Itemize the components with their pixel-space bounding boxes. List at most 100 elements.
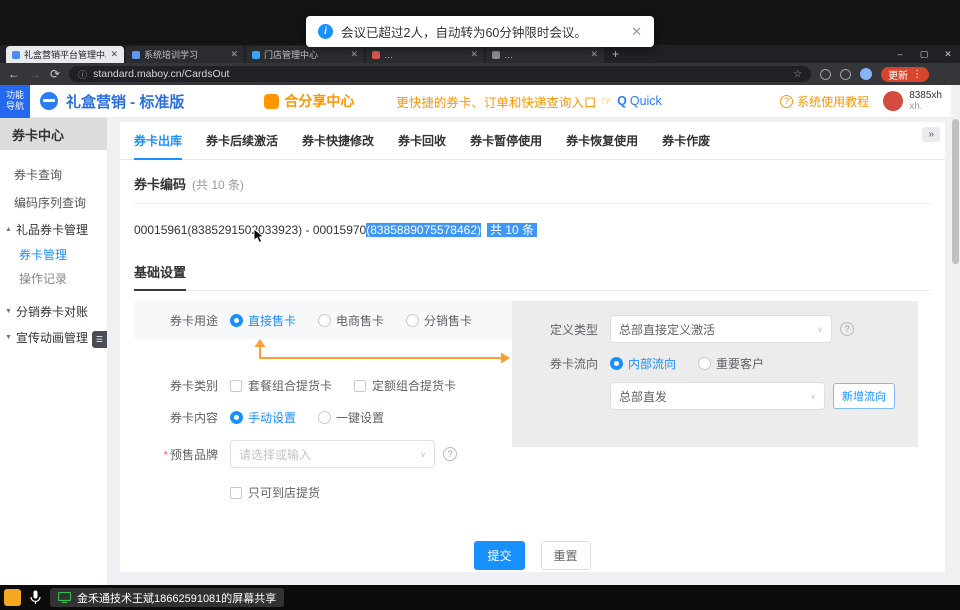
browser-tab-5[interactable]: … ✕ xyxy=(486,46,604,63)
define-type-label: 定义类型 xyxy=(542,321,598,338)
banner-close-icon[interactable]: ✕ xyxy=(631,24,642,40)
define-type-value: 总部直接定义激活 xyxy=(619,321,715,338)
share-center-link[interactable]: 合分享中心 xyxy=(264,91,354,111)
browser-tab-1[interactable]: 礼盒营销平台管理中心 ✕ xyxy=(6,46,124,63)
microphone-icon[interactable] xyxy=(30,590,41,605)
sidebar-item-operation-records[interactable]: 操作记录 xyxy=(0,266,107,290)
address-bar[interactable]: ⓘ standard.maboy.cn/CardsOut ☆ xyxy=(69,66,811,82)
url-text[interactable]: standard.maboy.cn/CardsOut xyxy=(93,68,229,80)
sidebar-group-distribution-reconciliation[interactable]: ▼ 分销券卡对账 xyxy=(0,298,107,324)
tab-card-followup-activation[interactable]: 券卡后续激活 xyxy=(206,132,278,159)
tab-favicon xyxy=(372,51,380,59)
quick-search-link[interactable]: Q Quick xyxy=(617,94,662,108)
radio-on-icon xyxy=(230,314,243,327)
sidebar-item-card-query[interactable]: 券卡查询 xyxy=(0,160,107,188)
checkbox-icon xyxy=(230,487,242,499)
tab-card-outbound[interactable]: 券卡出库 xyxy=(134,132,182,160)
meeting-avatar xyxy=(4,589,21,606)
browser-profile-avatar[interactable] xyxy=(860,68,872,80)
tab-card-resume[interactable]: 券卡恢复使用 xyxy=(566,132,638,159)
radio-label: 一键设置 xyxy=(336,409,384,426)
define-type-row: 定义类型 总部直接定义激活 ∨ ? xyxy=(542,315,918,343)
flow-value: 总部直发 xyxy=(619,388,667,405)
radio-manual-setup[interactable]: 手动设置 xyxy=(230,409,296,426)
minimize-icon[interactable]: – xyxy=(888,45,912,63)
browser-tab-2[interactable]: 系统培训学习 ✕ xyxy=(126,46,244,63)
codes-count: (共 10 条) xyxy=(192,176,244,193)
sidebar-group-promo-animation[interactable]: ▼ 宣传动画管理 xyxy=(0,324,107,350)
screen-share-bar: 金禾通技术王斌18662591081的屏幕共享 xyxy=(0,585,960,610)
radio-label: 重要客户 xyxy=(716,355,764,372)
checkbox-package-combo-card[interactable]: 套餐组合提货卡 xyxy=(230,377,332,394)
sidebar-group-label: 礼品券卡管理 xyxy=(16,221,88,238)
tab-card-recycle[interactable]: 券卡回收 xyxy=(398,132,446,159)
sidebar-item-card-management[interactable]: 券卡管理 xyxy=(0,242,107,266)
radio-one-click-setup[interactable]: 一键设置 xyxy=(318,409,384,426)
category-row: 券卡类别 套餐组合提货卡 定额组合提货卡 xyxy=(134,377,512,394)
refresh-icon[interactable]: ⟳ xyxy=(50,68,60,80)
function-nav-button[interactable]: 功能 导航 xyxy=(0,85,30,118)
tutorial-link[interactable]: ? 系统使用教程 xyxy=(780,93,869,110)
info-icon: i xyxy=(318,24,333,39)
tab-card-void[interactable]: 券卡作废 xyxy=(662,132,710,159)
brand-select[interactable]: 请选择或输入 ∨ xyxy=(230,440,435,468)
panel-collapse-button[interactable]: » xyxy=(922,127,940,142)
sidebar-item-code-sequence-query[interactable]: 编码序列查询 xyxy=(0,188,107,216)
add-flow-button[interactable]: 新增流向 xyxy=(833,383,895,409)
radio-label: 分销售卡 xyxy=(424,312,472,329)
submit-button[interactable]: 提交 xyxy=(474,541,524,570)
sidebar-group-gift-card-management[interactable]: ▲ 礼品券卡管理 xyxy=(0,216,107,242)
usage-label: 券卡用途 xyxy=(134,312,218,329)
checkbox-store-pickup-only[interactable]: 只可到店提货 xyxy=(230,484,320,501)
code-range-selected: (8385889075578462) xyxy=(366,223,481,237)
tab-close-icon[interactable]: ✕ xyxy=(590,49,598,60)
sidebar-group-label: 分销券卡对账 xyxy=(16,303,88,320)
quick-label: Quick xyxy=(630,94,662,108)
define-type-help-icon[interactable]: ? xyxy=(840,322,854,336)
card-code-range[interactable]: 00015961(8385291502033923) - 00015970(83… xyxy=(134,221,931,238)
app-header: 功能 导航 礼盒营销 - 标准版 合分享中心 更快捷的券卡、订单和快递查询入口 … xyxy=(0,85,960,118)
scrollbar-thumb[interactable] xyxy=(952,119,959,264)
chevron-down-icon: ∨ xyxy=(817,325,823,334)
checkbox-fixed-combo-card[interactable]: 定额组合提货卡 xyxy=(354,377,456,394)
toolbar-extension-icon[interactable] xyxy=(820,69,831,80)
radio-important-customer[interactable]: 重要客户 xyxy=(698,355,764,372)
browser-tab-3[interactable]: 门店管理中心 ✕ xyxy=(246,46,364,63)
toolbar-extension-icon[interactable] xyxy=(840,69,851,80)
tab-close-icon[interactable]: ✕ xyxy=(110,49,118,60)
site-info-icon[interactable]: ⓘ xyxy=(78,68,87,81)
back-icon[interactable]: ← xyxy=(8,68,20,80)
menu-dots-icon[interactable]: ⋮ xyxy=(912,69,922,80)
radio-direct-sale[interactable]: 直接售卡 xyxy=(230,312,296,329)
tab-card-quick-edit[interactable]: 券卡快捷修改 xyxy=(302,132,374,159)
meeting-banner-text: 会议已超过2人，自动转为60分钟限时会议。 xyxy=(341,22,587,41)
browser-update-button[interactable]: 更新 ⋮ xyxy=(881,67,929,82)
define-type-select[interactable]: 总部直接定义激活 ∨ xyxy=(610,315,832,343)
tab-close-icon[interactable]: ✕ xyxy=(230,49,238,60)
tab-close-icon[interactable]: ✕ xyxy=(350,49,358,60)
function-nav-line2: 导航 xyxy=(6,101,24,112)
sidebar-collapse-handle[interactable]: ☰ xyxy=(92,331,107,348)
annotation-arrow-zone xyxy=(134,339,512,369)
radio-ecommerce-sale[interactable]: 电商售卡 xyxy=(318,312,384,329)
form-right-panel: 定义类型 总部直接定义激活 ∨ ? 券卡流向 xyxy=(512,301,918,447)
reset-button[interactable]: 重置 xyxy=(541,541,591,570)
page-scrollbar[interactable] xyxy=(951,85,960,585)
radio-internal-flow[interactable]: 内部流向 xyxy=(610,355,676,372)
tab-close-icon[interactable]: ✕ xyxy=(470,49,478,60)
forward-icon[interactable]: → xyxy=(29,68,41,80)
radio-on-icon xyxy=(610,357,623,370)
maximize-icon[interactable]: ▢ xyxy=(912,45,936,63)
new-tab-button[interactable]: + xyxy=(612,46,619,63)
window-close-icon[interactable]: ✕ xyxy=(936,45,960,63)
user-menu[interactable]: 8385xh xh. xyxy=(883,90,942,113)
code-range-plain: 00015961(8385291502033923) - 00015970 xyxy=(134,223,366,237)
browser-tab-4[interactable]: … ✕ xyxy=(366,46,484,63)
tab-label: 系统培训学习 xyxy=(144,48,226,61)
flow-select[interactable]: 总部直发 ∨ xyxy=(610,382,825,410)
radio-distribution-sale[interactable]: 分销售卡 xyxy=(406,312,472,329)
brand-help-icon[interactable]: ? xyxy=(443,447,457,461)
bookmark-star-icon[interactable]: ☆ xyxy=(793,69,802,80)
tab-card-suspend[interactable]: 券卡暂停使用 xyxy=(470,132,542,159)
form-left-column: 券卡用途 直接售卡 电商售卡 xyxy=(134,301,512,501)
